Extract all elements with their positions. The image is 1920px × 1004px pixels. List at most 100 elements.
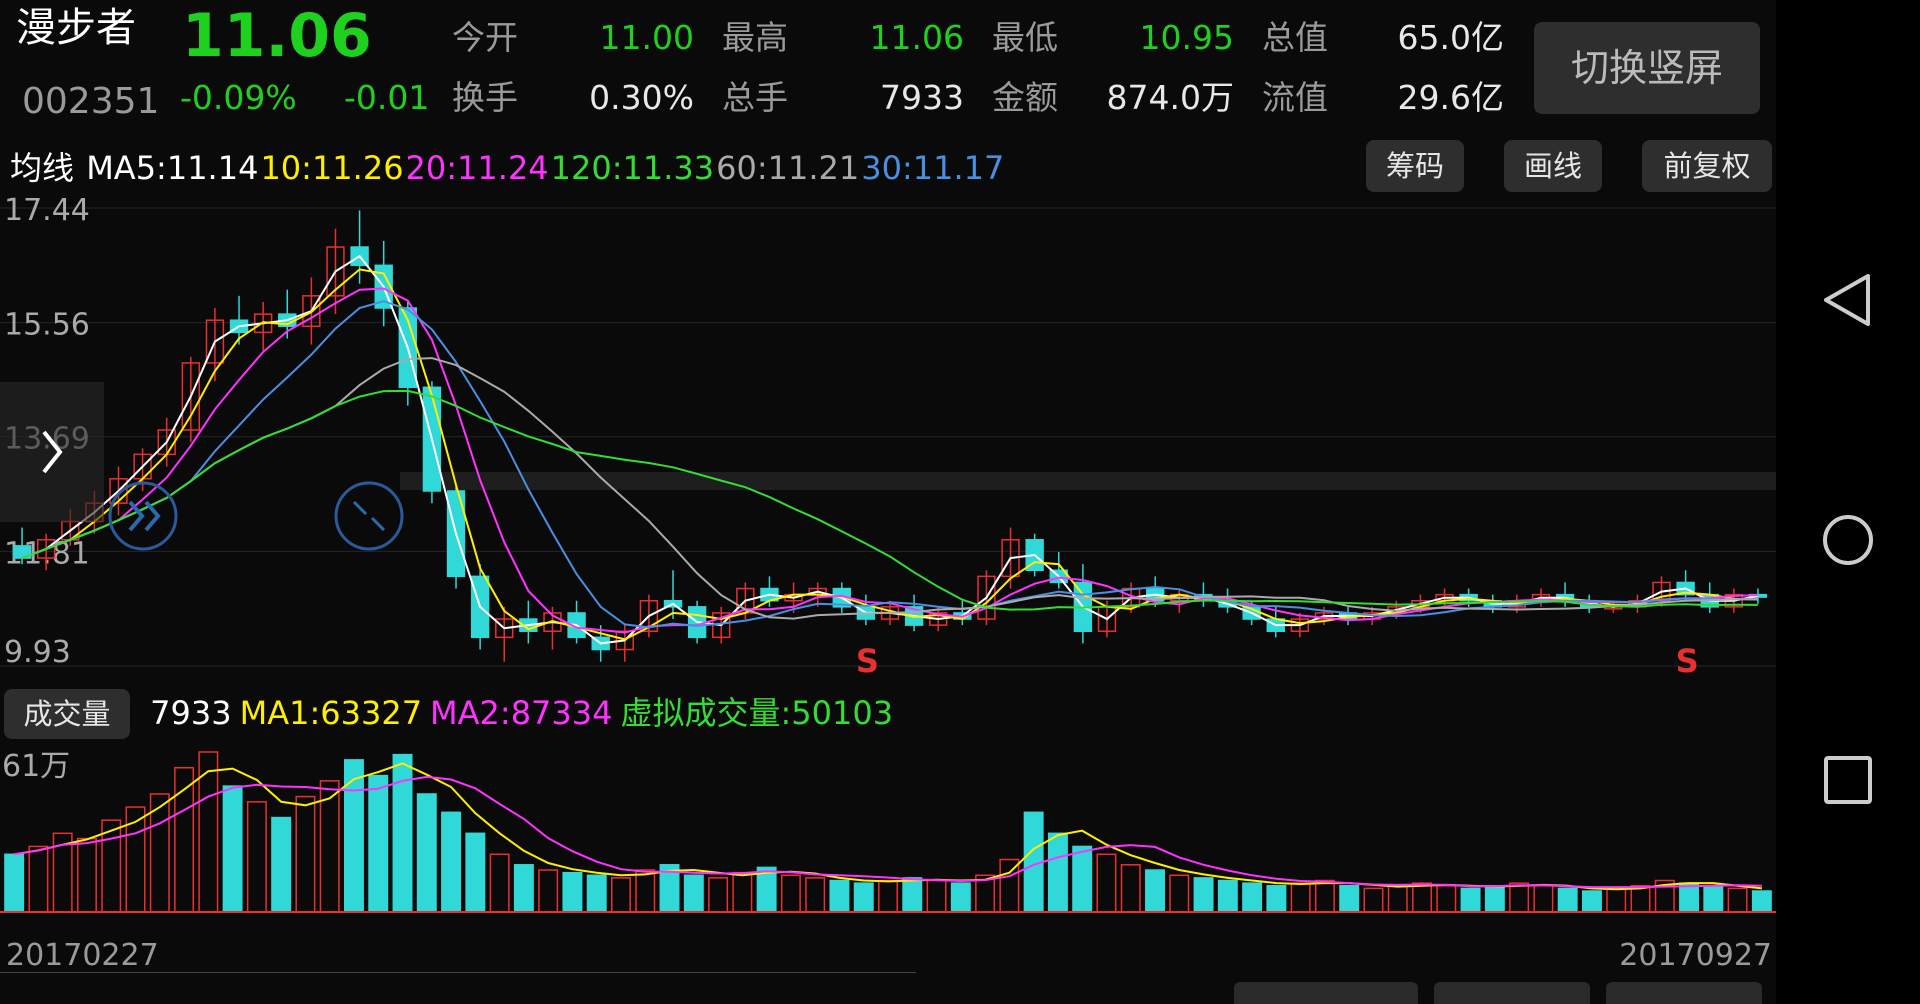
- date-start: 20170227: [6, 938, 159, 973]
- volume-bar: [1096, 853, 1117, 913]
- ma-legend-item: 20:11.24: [405, 149, 549, 187]
- volume-bar: [950, 882, 971, 913]
- volume-tab-button[interactable]: 成交量: [4, 689, 130, 739]
- kline-chart[interactable]: 17.4415.5613.6911.819.93SS: [0, 196, 1776, 682]
- ma-line: [21, 287, 1758, 634]
- shrink-arrows-icon[interactable]: [334, 481, 404, 551]
- ma-legend-item: MA5:11.14: [86, 149, 259, 187]
- change-percent: -0.09%: [180, 78, 297, 117]
- bottom-tab-2[interactable]: [1434, 982, 1590, 1004]
- volume-bar: [538, 869, 559, 913]
- ma-legend-item: 30:11.17: [861, 149, 1005, 187]
- volume-bar: [295, 795, 316, 913]
- y-tick-label: 15.56: [4, 308, 90, 343]
- volume-bar: [708, 877, 729, 913]
- volume-bar: [1387, 885, 1408, 913]
- y-tick-label: 9.93: [4, 635, 71, 670]
- recent-square-icon[interactable]: [1820, 752, 1876, 808]
- volume-legend-bar: 成交量 7933 MA1:63327 MA2:87334 虚拟成交量:50103: [0, 686, 1776, 740]
- field-value-total-value: 65.0亿: [1397, 18, 1504, 57]
- field-value-high: 11.06: [869, 18, 964, 57]
- home-circle-icon[interactable]: [1818, 510, 1878, 570]
- volume-bar: [562, 871, 583, 913]
- volume-bar: [1169, 874, 1190, 913]
- double-chevron-icon[interactable]: [108, 481, 178, 551]
- bottom-tab-3[interactable]: [1606, 982, 1762, 1004]
- stock-code: 002351: [22, 81, 160, 122]
- volume-bar: [1193, 877, 1214, 913]
- volume-bar: [368, 774, 389, 913]
- volume-bar: [1412, 882, 1433, 913]
- volume-bar: [1436, 885, 1457, 913]
- ma-prefix: 均线: [10, 149, 75, 187]
- ma-line: [21, 300, 1758, 629]
- forward-adjust-button[interactable]: 前复权: [1642, 140, 1772, 192]
- signal-marker: S: [1676, 642, 1699, 680]
- volume-bar: [926, 879, 947, 913]
- ma-line: [21, 389, 1758, 611]
- volume-legend-item: MA2:87334: [430, 694, 613, 732]
- field-label-total-value: 总值: [1262, 18, 1328, 57]
- volume-bar: [1145, 869, 1165, 913]
- volume-bar: [1751, 890, 1772, 913]
- volume-bar: [1339, 885, 1360, 913]
- field-label-open: 今开: [452, 18, 518, 57]
- volume-bar: [1120, 864, 1141, 913]
- current-price: 11.06: [182, 1, 372, 71]
- volume-bar: [1509, 882, 1530, 913]
- switch-portrait-button[interactable]: 切换竖屏: [1534, 22, 1760, 114]
- ma-legend-item: 10:11.26: [260, 149, 404, 187]
- volume-bar: [853, 882, 874, 913]
- bottom-tab-1[interactable]: [1234, 982, 1418, 1004]
- volume-bar: [683, 874, 704, 913]
- volume-bar: [222, 785, 243, 913]
- volume-bar: [1072, 845, 1093, 913]
- volume-bar: [732, 871, 753, 913]
- volume-bar: [465, 832, 486, 913]
- field-label-total-hands: 总手: [722, 78, 788, 117]
- volume-bar: [611, 877, 631, 913]
- field-label-float-value: 流值: [1262, 78, 1328, 117]
- chips-button[interactable]: 筹码: [1366, 140, 1464, 192]
- icon-ring: [334, 481, 404, 551]
- ma-legend-item: 60:11.21: [716, 149, 860, 187]
- volume-bar: [1557, 887, 1578, 913]
- field-label-low: 最低: [992, 18, 1058, 57]
- volume-bar: [441, 811, 462, 913]
- volume-bar: [246, 801, 267, 913]
- volume-bar: [1363, 887, 1384, 913]
- expand-panel: [0, 382, 104, 522]
- volume-bar: [635, 869, 656, 913]
- volume-bar: [1290, 882, 1311, 913]
- volume-bar: [1484, 885, 1505, 913]
- volume-bar: [1314, 879, 1335, 913]
- field-value-turnover: 0.30%: [589, 78, 694, 117]
- ma-legend-item: 120:11.33: [550, 149, 715, 187]
- volume-bar: [392, 753, 413, 913]
- field-label-amount: 金额: [992, 78, 1058, 117]
- volume-bar: [1460, 887, 1481, 913]
- icon-stroke: [370, 516, 386, 532]
- volume-bar: [28, 845, 49, 913]
- volume-tick-label: 61万: [2, 749, 70, 784]
- volume-bar: [343, 759, 364, 913]
- field-value-amount: 874.0万: [1106, 78, 1234, 117]
- volume-bar: [878, 879, 898, 913]
- volume-bar: [271, 816, 292, 913]
- icon-stroke: [128, 500, 145, 532]
- back-triangle-icon[interactable]: [1818, 270, 1878, 330]
- field-label-high: 最高: [722, 18, 788, 57]
- draw-line-button[interactable]: 画线: [1504, 140, 1602, 192]
- volume-bar: [489, 853, 510, 913]
- volume-legend-item: 虚拟成交量:50103: [620, 694, 894, 732]
- volume-bar: [902, 877, 923, 913]
- volume-bar: [1266, 885, 1287, 913]
- field-value-low: 10.95: [1139, 18, 1234, 57]
- volume-bar: [416, 793, 437, 913]
- volume-bar: [1679, 882, 1700, 913]
- volume-bar: [1727, 887, 1748, 913]
- change-value: -0.01: [344, 78, 430, 117]
- y-tick-label: 17.44: [4, 196, 90, 228]
- volume-chart[interactable]: 61万: [0, 742, 1776, 920]
- volume-bar: [1630, 885, 1651, 913]
